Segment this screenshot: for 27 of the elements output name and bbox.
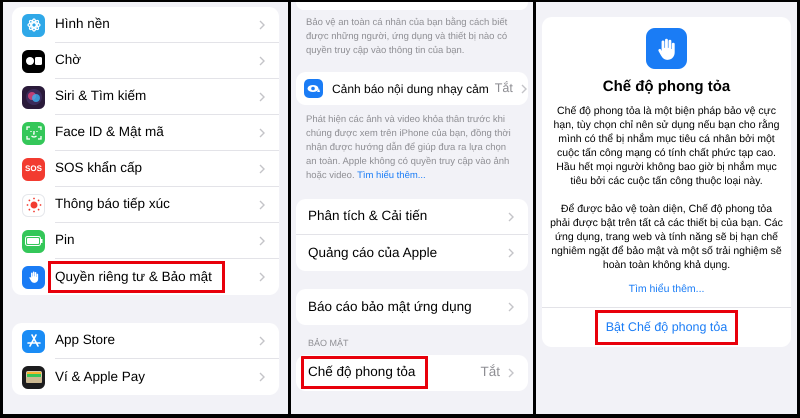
learn-more-link[interactable]: Tìm hiểu thêm... bbox=[357, 170, 426, 181]
settings-item[interactable]: Báo cáo bảo mật ứng dụng bbox=[308, 294, 472, 320]
settings-item[interactable]: Chế độ phong tỏa bbox=[304, 359, 426, 386]
enable-button[interactable]: Bật Chế độ phong tỏa bbox=[598, 313, 736, 342]
settings-item[interactable]: Thông báo tiếp xúc bbox=[55, 191, 170, 218]
settings-item[interactable]: Hình nền bbox=[55, 11, 110, 38]
settings-item[interactable]: Quảng cáo của Apple bbox=[308, 240, 438, 266]
description-text: Để được bảo vệ toàn diện, Chế độ phong tỏa phải được bật trên tất cả các thiết bị của bạn. Các ứng dụng, trang web và tính năng sẽ bị hạn chế nghiêm ngặt để bảo mật và một số trải nghiệm sẽ hoàn toàn không khả dụng. bbox=[549, 202, 784, 272]
settings-item[interactable]: SOS khẩn cấp bbox=[55, 155, 142, 182]
sos-icon: SOS bbox=[22, 158, 45, 180]
settings-item[interactable]: Chờ bbox=[55, 47, 82, 74]
settings-item[interactable]: Phân tích & Cải tiến bbox=[308, 203, 428, 230]
item-value: Tắt bbox=[494, 80, 513, 98]
settings-item[interactable]: Cảnh báo nội dung nhạy cảm bbox=[332, 80, 489, 98]
section-footer: Bảo vệ an toàn cá nhân của bạn bằng cách biết được những người, ứng dụng và thiết bị nào có quyền truy cập vào thông tin của bạn. bbox=[296, 10, 528, 58]
description-text: Chế độ phong tỏa là một biện pháp bảo vệ cực hạn, tùy chọn chỉ nên sử dụng nếu bạn cho rằng mình có thể bị nhắm mục tiêu cá nhân bởi một cuộc tấn công mạng có tính chất phức tạp cao. Hầu hết mọi người không bao giờ bị nhắm mục tiêu bởi các cuộc tấn công thuộc loại này. bbox=[552, 104, 780, 188]
item-value: Tắt bbox=[480, 363, 500, 382]
settings-item[interactable]: Face ID & Mật mã bbox=[55, 119, 164, 146]
settings-item[interactable]: Siri & Tìm kiếm bbox=[55, 83, 146, 110]
settings-item[interactable]: Quyền riêng tư & Bảo mật bbox=[51, 264, 222, 290]
settings-item[interactable]: App Store bbox=[55, 327, 116, 354]
learn-more-link[interactable]: Tìm hiểu thêm... bbox=[628, 282, 704, 298]
settings-item[interactable]: Pin bbox=[55, 227, 75, 254]
section-footer: Phát hiện các ảnh và video khỏa thân trước khi chúng được xem trên iPhone của bạn, đồng thời nhận được hướng dẫn để giúp đưa ra lựa chọn an toàn. Apple không có quyền truy cập vào ảnh hoặc video. Tìm hiểu thêm... bbox=[296, 105, 528, 183]
section-header: BẢO MẬT bbox=[307, 337, 350, 350]
card-title: Chế độ phong tỏa bbox=[602, 77, 730, 97]
settings-item[interactable]: Ví & Apple Pay bbox=[55, 364, 146, 390]
